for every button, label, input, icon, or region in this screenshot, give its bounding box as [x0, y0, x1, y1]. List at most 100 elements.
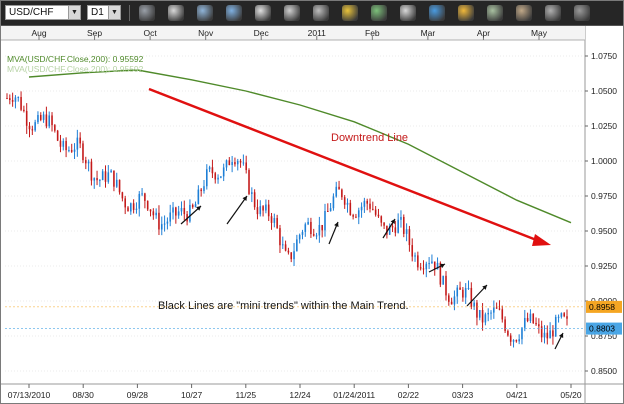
candle-body	[445, 275, 447, 296]
candle-body	[554, 316, 557, 337]
timeframe-select[interactable]: D1 ▼	[87, 5, 121, 20]
candle-body	[34, 122, 36, 131]
candle-body	[417, 255, 419, 268]
candle-body	[397, 219, 399, 233]
candle-body	[279, 228, 281, 246]
color-icon[interactable]	[400, 5, 416, 21]
options-icon[interactable]	[574, 5, 590, 21]
candle-body	[498, 308, 501, 310]
candle-body	[428, 263, 430, 265]
candle-body	[419, 267, 422, 269]
chevron-down-icon[interactable]: ▼	[68, 6, 80, 19]
candle-body	[526, 317, 529, 321]
settings-icon[interactable]	[545, 5, 561, 21]
date-tick-label: 11/25	[235, 390, 256, 400]
template-icon[interactable]	[516, 5, 532, 21]
candle-body	[9, 98, 11, 101]
month-tick-label: Feb	[365, 28, 380, 38]
candle-body	[211, 167, 214, 174]
candle-body	[158, 212, 160, 230]
candle-body	[296, 239, 298, 252]
candle-body	[208, 167, 211, 170]
candle-body	[521, 327, 523, 340]
candle-body	[107, 172, 110, 182]
price-chart[interactable]: MVA(USD/CHF.Close,200): 0.95592 MVA(USD/…	[1, 26, 623, 404]
candle-body	[118, 179, 121, 193]
candle-body	[166, 221, 169, 224]
candle-body	[357, 210, 360, 218]
candle-body	[73, 149, 76, 152]
candle-body	[456, 287, 459, 297]
candle-body	[560, 313, 563, 317]
candle-body	[65, 141, 67, 151]
candle-body	[110, 170, 112, 173]
month-tick-label: Mar	[421, 28, 436, 38]
candle-body	[203, 186, 205, 192]
candle-body	[284, 244, 287, 251]
levels-icon[interactable]	[487, 5, 503, 21]
month-tick-label: Aug	[31, 28, 46, 38]
candle-body	[121, 192, 124, 199]
mini-trend-note: Black Lines are "mini trends" within the…	[158, 300, 409, 312]
candle-body	[338, 186, 340, 190]
chevron-down-icon[interactable]: ▼	[108, 6, 120, 19]
candle-body	[442, 275, 444, 285]
candle-body	[459, 287, 461, 290]
candle-body	[138, 193, 141, 209]
indicator-icon[interactable]	[197, 5, 213, 21]
crosshair-icon[interactable]	[168, 5, 184, 21]
globe-icon[interactable]	[429, 5, 445, 21]
price-tick-label: 1.0500	[591, 86, 617, 96]
cursor-icon[interactable]	[255, 5, 271, 21]
pencil-icon[interactable]	[458, 5, 474, 21]
candle-body	[493, 307, 495, 313]
candle-body	[315, 235, 318, 237]
candle-body	[363, 200, 366, 207]
candle-body	[231, 162, 233, 166]
candle-body	[220, 176, 222, 178]
candle-body	[301, 231, 304, 235]
candle-body	[490, 312, 492, 314]
candle-body	[515, 340, 518, 342]
candle-body	[312, 234, 315, 236]
price-axis: 1.0750 1.0500 1.0250 1.0000 0.9750 0.9500 0.92…	[584, 26, 617, 404]
candle-body	[352, 215, 354, 217]
line-study-icon[interactable]	[226, 5, 242, 21]
candle-body	[402, 216, 405, 234]
candle-body	[101, 171, 104, 181]
candle-body	[566, 316, 568, 319]
month-tick-label: Nov	[198, 28, 214, 38]
candle-body	[14, 97, 17, 102]
symbol-select[interactable]: USD/CHF ▼	[5, 5, 81, 20]
properties-icon[interactable]	[371, 5, 387, 21]
candle-body	[48, 115, 51, 127]
candle-body	[194, 204, 197, 208]
candle-body	[422, 268, 425, 270]
fibonacci-icon[interactable]	[342, 5, 358, 21]
price-tick-label: 0.8500	[591, 366, 617, 376]
candle-body	[321, 224, 323, 231]
candle-body	[189, 204, 191, 222]
candle-body	[146, 200, 149, 210]
candle-body	[327, 210, 329, 212]
candle-body	[281, 244, 284, 246]
date-tick-label: 08/30	[73, 390, 95, 400]
candle-body	[51, 115, 53, 126]
candle-body	[141, 193, 143, 195]
month-axis: Aug Sep Oct Nov Dec 2011 Feb Mar Apr May	[1, 26, 585, 41]
candle-body	[518, 339, 520, 342]
candle-body	[135, 208, 138, 210]
draw-tools-icon[interactable]	[284, 5, 300, 21]
candle-body	[144, 193, 146, 201]
candle-body	[307, 221, 309, 225]
toolbar-separator	[129, 5, 130, 21]
month-tick-label: Dec	[254, 28, 270, 38]
chart-type-icon[interactable]	[139, 5, 155, 21]
candle-body	[163, 223, 166, 225]
candle-body	[563, 313, 565, 317]
candle-body	[152, 211, 155, 216]
candle-body	[408, 229, 411, 246]
candle-body	[290, 252, 293, 260]
text-tool-icon[interactable]	[313, 5, 329, 21]
candle-body	[175, 207, 177, 216]
